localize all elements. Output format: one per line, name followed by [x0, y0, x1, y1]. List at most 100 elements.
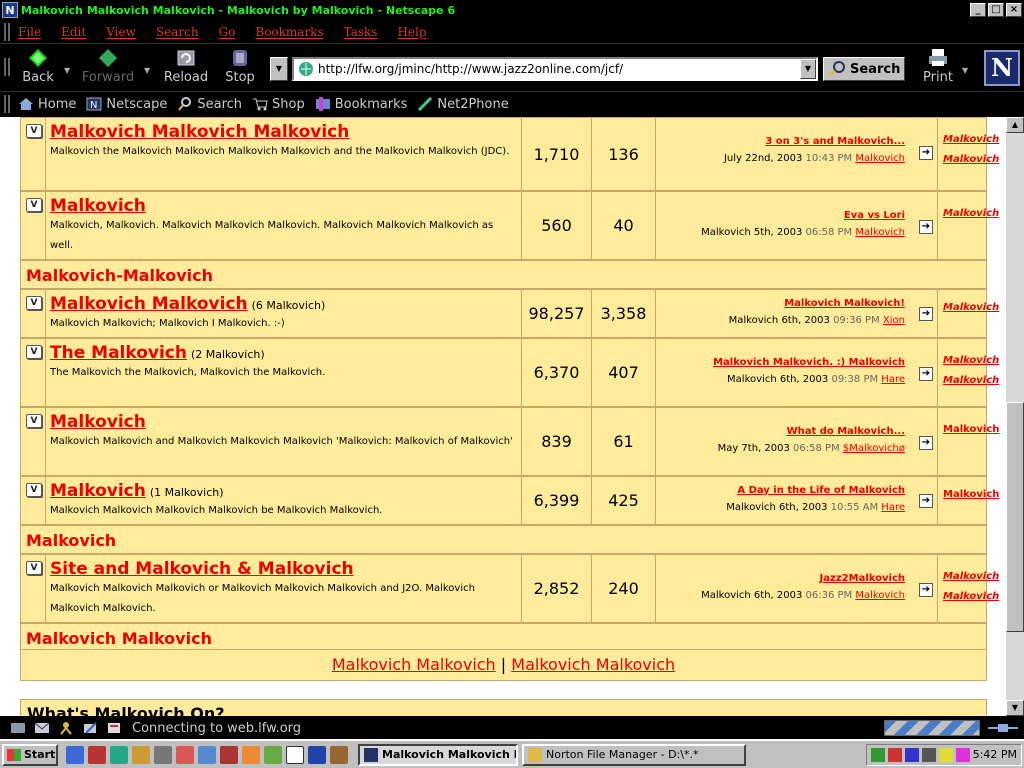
instant-messenger-icon[interactable]	[58, 721, 74, 735]
category-header[interactable]: Malkovich-Malkovich	[20, 260, 987, 289]
last-post-author-link[interactable]: $Malkovichø	[843, 443, 905, 454]
net2phone-button[interactable]: Net2Phone	[417, 97, 509, 112]
category-header[interactable]: Malkovich Malkovich	[20, 623, 987, 651]
scroll-down-icon[interactable]: ▼	[1006, 700, 1024, 716]
goto-last-post-icon[interactable]: ➔	[919, 583, 933, 597]
word-quick-icon[interactable]	[308, 745, 326, 764]
netscape-app-icon[interactable]: N	[2, 2, 18, 18]
scroll-up-icon[interactable]: ▲	[1006, 117, 1024, 133]
notes-quick-icon[interactable]	[198, 745, 216, 764]
menu-bookmarks[interactable]: Bookmarks	[255, 25, 323, 39]
last-post-author-link[interactable]: Malkovich	[855, 227, 905, 238]
vertical-scrollbar[interactable]: ▲ ▼	[1006, 117, 1024, 716]
messenger-tray-icon[interactable]	[955, 747, 970, 762]
footer-link[interactable]: Malkovich Malkovich	[511, 655, 675, 674]
last-post-author-link[interactable]: Xion	[883, 315, 905, 326]
back-dropdown-icon[interactable]: ▼	[64, 66, 70, 75]
last-post-topic-link[interactable]: What do Malkovich...	[660, 426, 905, 437]
moderator-link[interactable]: Malkovich	[943, 567, 999, 587]
goto-last-post-icon[interactable]: ➔	[919, 146, 933, 160]
bookmarks-button[interactable]: Bookmarks	[315, 97, 407, 112]
network-tray-icon[interactable]	[870, 747, 885, 762]
menu-go[interactable]: Go	[219, 25, 236, 39]
forum-title-link[interactable]: Site and Malkovich & Malkovich	[50, 559, 354, 579]
start-button[interactable]: Start	[2, 743, 58, 766]
book-quick-icon[interactable]	[220, 745, 238, 764]
menu-view[interactable]: View	[106, 25, 136, 39]
clock[interactable]: 5:42 PM	[973, 748, 1017, 761]
menu-bar-grip[interactable]	[4, 22, 10, 41]
moderator-link[interactable]: Malkovich	[943, 351, 999, 371]
personal-search-button[interactable]: Search	[177, 97, 242, 112]
forum-title-link[interactable]: Malkovich	[50, 412, 146, 432]
archive-quick-icon[interactable]	[330, 745, 348, 764]
page-location-icon[interactable]	[298, 61, 314, 77]
address-book-icon[interactable]	[106, 721, 122, 735]
forum-title-link[interactable]: Malkovich	[50, 481, 146, 501]
office-quick-icon[interactable]	[242, 745, 260, 764]
url-dropdown-icon[interactable]: ▼	[800, 59, 816, 79]
last-post-author-link[interactable]: Hare	[881, 374, 905, 385]
moderator-link[interactable]: Malkovich	[943, 204, 999, 224]
mail-icon[interactable]	[34, 721, 50, 735]
last-post-topic-link[interactable]: A Day in the Life of Malkovich	[660, 485, 905, 496]
forward-dropdown-icon[interactable]: ▼	[144, 66, 150, 75]
reload-button[interactable]: Reload	[158, 48, 214, 90]
url-input[interactable]	[318, 62, 800, 76]
forum-title-link[interactable]: Malkovich	[50, 196, 146, 216]
goto-last-post-icon[interactable]: ➔	[919, 436, 933, 450]
video-quick-icon[interactable]	[264, 745, 282, 764]
last-post-topic-link[interactable]: 3 on 3's and Malkovich...	[660, 136, 905, 147]
last-post-topic-link[interactable]: Eva vs Lori	[660, 210, 905, 221]
netscape-logo[interactable]: N	[984, 50, 1020, 86]
last-post-topic-link[interactable]: Jazz2Malkovich	[660, 573, 905, 584]
forum-title-link[interactable]: Malkovich Malkovich Malkovich	[50, 122, 349, 142]
footer-link[interactable]: Malkovich Malkovich	[332, 655, 496, 674]
last-post-author-link[interactable]: Hare	[881, 502, 905, 513]
moderator-link[interactable]: Malkovich	[943, 130, 999, 150]
last-post-author-link[interactable]: Malkovich	[855, 153, 905, 164]
shop-button[interactable]: Shop	[252, 97, 305, 112]
menu-help[interactable]: Help	[397, 25, 426, 39]
moderator-link[interactable]: Malkovich	[943, 150, 999, 170]
last-post-author-link[interactable]: Malkovich	[855, 590, 905, 601]
composer-icon[interactable]	[82, 721, 98, 735]
print-button[interactable]: Print	[910, 48, 966, 90]
window-quick-icon[interactable]	[286, 745, 304, 764]
stop-button[interactable]: Stop	[212, 48, 268, 90]
minimize-button[interactable]: _	[970, 3, 986, 17]
netscape-button[interactable]: N Netscape	[86, 97, 167, 112]
taskbar-netscape-window[interactable]: Malkovich Malkovich M...	[358, 743, 518, 766]
menu-edit[interactable]: Edit	[61, 25, 86, 39]
scrollbar-thumb[interactable]	[1006, 402, 1024, 632]
search-button[interactable]: Search	[823, 57, 905, 81]
menu-tasks[interactable]: Tasks	[344, 25, 378, 39]
taskbar-norton-window[interactable]: Norton File Manager - D:\*.*	[522, 743, 746, 766]
folder-quick-icon[interactable]	[110, 745, 128, 764]
category-header[interactable]: Malkovich	[20, 525, 987, 554]
url-history-button[interactable]: ▼	[270, 57, 288, 81]
menu-file[interactable]: File	[18, 25, 41, 39]
personal-toolbar-grip[interactable]	[4, 95, 10, 113]
maximize-button[interactable]: □	[988, 3, 1004, 17]
forum-title-link[interactable]: Malkovich Malkovich	[50, 294, 248, 314]
browser-quick-icon[interactable]	[66, 745, 84, 764]
media-quick-icon[interactable]	[88, 745, 106, 764]
goto-last-post-icon[interactable]: ➔	[919, 220, 933, 234]
forward-button[interactable]: Forward	[80, 48, 136, 90]
moderator-link[interactable]: Malkovich	[943, 371, 999, 391]
antivirus-tray-icon[interactable]	[887, 747, 902, 762]
goto-last-post-icon[interactable]: ➔	[919, 307, 933, 321]
tools-quick-icon[interactable]	[132, 745, 150, 764]
goto-last-post-icon[interactable]: ➔	[919, 494, 933, 508]
last-post-topic-link[interactable]: Malkovich Malkovich. :) Malkovich	[660, 357, 905, 368]
volume-tray-icon[interactable]	[921, 747, 936, 762]
menu-search[interactable]: Search	[156, 25, 199, 39]
print-dropdown-icon[interactable]: ▼	[962, 66, 968, 75]
navigator-icon[interactable]	[10, 721, 26, 735]
goto-last-post-icon[interactable]: ➔	[919, 367, 933, 381]
last-post-topic-link[interactable]: Malkovich Malkovich!	[660, 298, 905, 309]
moderator-link[interactable]: Malkovich	[943, 485, 999, 505]
home-button[interactable]: Home	[18, 97, 76, 112]
back-button[interactable]: Back	[10, 48, 66, 90]
